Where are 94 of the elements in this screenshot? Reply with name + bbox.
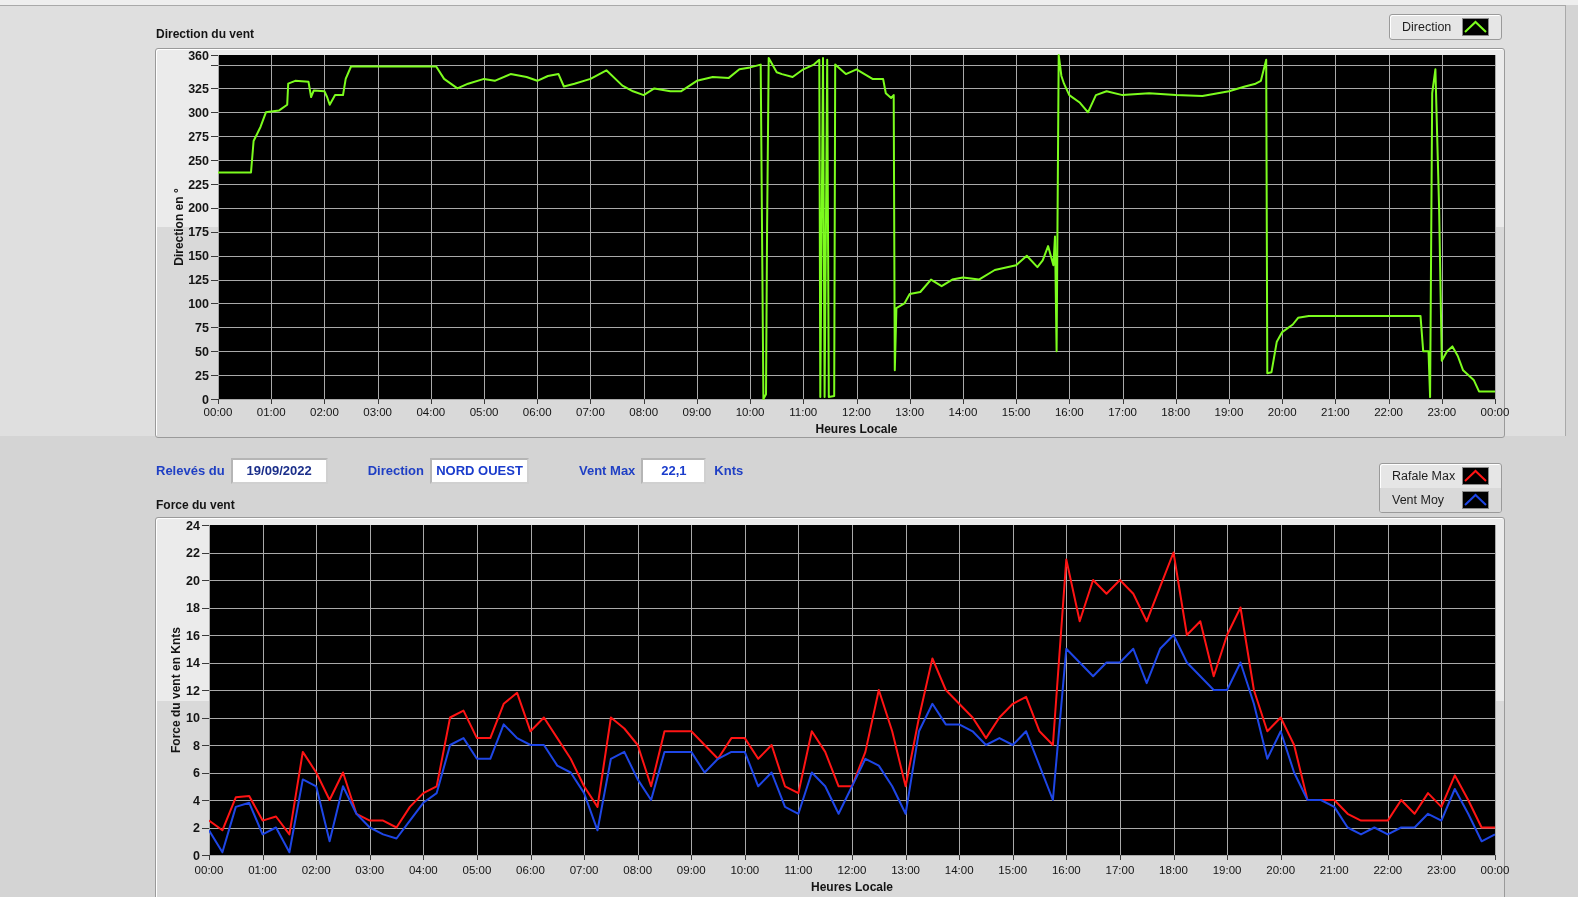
y-axis-title: Direction en °	[172, 188, 186, 266]
y-tick-label: 275	[188, 129, 209, 144]
y-tick-label: 325	[188, 81, 209, 96]
y-tick-label: 50	[195, 344, 209, 359]
x-tick-label: 15:00	[998, 864, 1028, 876]
y-axis-title: Force du vent en Knts	[169, 627, 183, 753]
chart-title: Direction du vent	[156, 27, 254, 42]
unit-label: Knts	[714, 462, 744, 481]
x-axis-title: Heures Locale	[811, 880, 893, 894]
y-tick-label: 25	[195, 368, 209, 383]
x-tick-label: 09:00	[682, 406, 712, 418]
y-tick-label: 150	[188, 249, 209, 264]
x-tick-label: 04:00	[416, 406, 446, 418]
x-tick-label: 04:00	[408, 864, 438, 876]
x-tick-label: 21:00	[1319, 864, 1349, 876]
legend-label: Direction	[1402, 19, 1452, 35]
x-tick-label: 10:00	[735, 406, 765, 418]
x-tick-label: 00:00	[1480, 864, 1510, 876]
y-tick-label: 8	[193, 738, 200, 753]
field-label: Vent Max	[579, 462, 636, 481]
max-wind-field: 22,1	[641, 458, 707, 484]
x-tick-label: 16:00	[1051, 864, 1081, 876]
x-tick-label: 22:00	[1374, 406, 1403, 418]
x-tick-label: 18:00	[1161, 406, 1191, 418]
x-tick-label: 14:00	[948, 406, 978, 418]
y-tick-label: 100	[188, 296, 209, 311]
field-label: Relevés du	[156, 462, 225, 481]
x-tick-label: 02:00	[301, 864, 331, 876]
x-tick-label: 17:00	[1105, 864, 1135, 876]
legend-label: Vent Moy	[1392, 492, 1445, 508]
x-tick-label: 11:00	[789, 406, 818, 418]
x-tick-label: 08:00	[629, 406, 659, 418]
x-tick-label: 16:00	[1054, 406, 1084, 418]
x-tick-label: 22:00	[1373, 864, 1403, 876]
x-tick-label: 10:00	[730, 864, 760, 876]
x-tick-label: 19:00	[1214, 406, 1244, 418]
x-tick-label: 05:00	[462, 864, 492, 876]
y-tick-label: 360	[188, 48, 209, 63]
y-tick-label: 125	[188, 273, 209, 288]
x-tick-label: 21:00	[1321, 406, 1350, 418]
x-tick-label: 03:00	[363, 406, 392, 418]
x-tick-label: 20:00	[1266, 864, 1296, 876]
x-tick-label: 11:00	[784, 864, 813, 876]
legend-label: Rafale Max	[1392, 468, 1456, 484]
y-tick-label: 300	[188, 105, 209, 120]
date-field: 19/09/2022	[230, 458, 328, 484]
y-tick-label: 175	[188, 225, 209, 240]
y-tick-label: 10	[186, 711, 200, 725]
x-tick-label: 02:00	[310, 406, 339, 418]
x-axis-title: Heures Locale	[815, 422, 898, 436]
y-tick-label: 4	[193, 793, 200, 808]
x-tick-label: 20:00	[1267, 406, 1297, 418]
x-tick-label: 00:00	[1480, 406, 1510, 418]
y-tick-label: 250	[188, 153, 209, 168]
x-tick-label: 08:00	[623, 864, 653, 876]
x-tick-label: 01:00	[256, 406, 286, 418]
x-tick-label: 03:00	[355, 864, 385, 876]
y-tick-label: 24	[186, 518, 200, 533]
x-tick-label: 15:00	[1001, 406, 1031, 418]
y-tick-label: 12	[186, 683, 200, 698]
x-tick-label: 09:00	[676, 864, 706, 876]
x-tick-label: 14:00	[944, 864, 974, 876]
x-tick-label: 12:00	[837, 864, 867, 876]
x-tick-label: 05:00	[469, 406, 499, 418]
x-tick-label: 12:00	[842, 406, 871, 418]
y-tick-label: 18	[186, 601, 200, 615]
y-tick-label: 14	[186, 656, 200, 670]
y-tick-label: 0	[193, 848, 200, 863]
y-tick-label: 75	[195, 320, 209, 335]
x-tick-label: 06:00	[522, 406, 552, 418]
x-tick-label: 23:00	[1427, 406, 1457, 418]
x-tick-label: 01:00	[248, 864, 277, 876]
y-tick-label: 20	[186, 573, 200, 588]
x-tick-label: 13:00	[895, 406, 925, 418]
x-tick-label: 07:00	[569, 864, 599, 876]
chart-title: Force du vent	[156, 498, 235, 513]
x-tick-label: 06:00	[516, 864, 545, 876]
x-tick-label: 07:00	[576, 406, 605, 418]
x-tick-label: 18:00	[1159, 864, 1188, 876]
x-tick-label: 23:00	[1427, 864, 1456, 876]
y-tick-label: 200	[188, 201, 209, 216]
direction-field: NORD OUEST	[430, 458, 529, 484]
x-tick-label: 13:00	[891, 864, 920, 876]
y-tick-label: 2	[193, 821, 200, 835]
y-tick-label: 22	[186, 546, 200, 560]
x-tick-label: 17:00	[1108, 406, 1137, 418]
y-tick-label: 16	[186, 628, 200, 643]
x-tick-label: 00:00	[194, 864, 224, 876]
y-tick-label: 0	[202, 392, 209, 407]
y-tick-label: 6	[193, 766, 200, 780]
y-tick-label: 225	[188, 177, 209, 192]
x-tick-label: 00:00	[203, 406, 233, 418]
field-label: Direction	[367, 462, 424, 481]
x-tick-label: 19:00	[1212, 864, 1242, 876]
